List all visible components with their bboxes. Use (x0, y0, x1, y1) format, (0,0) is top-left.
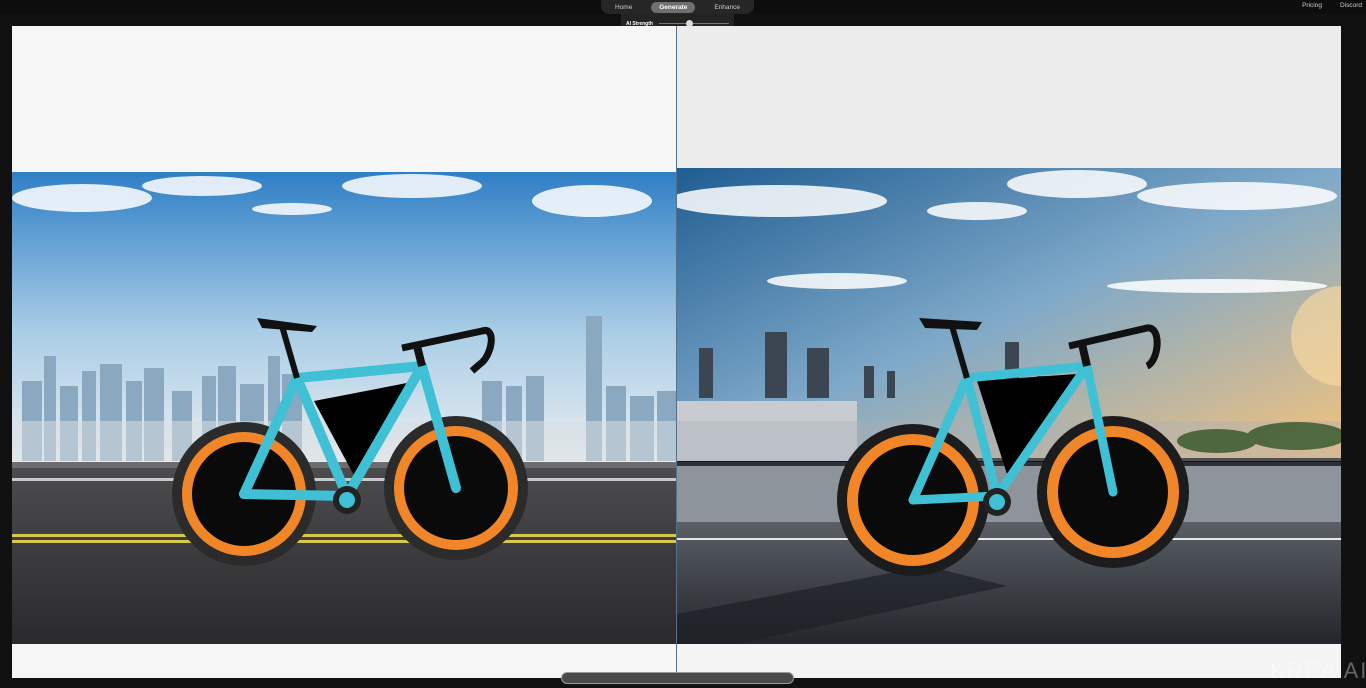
comparison-canvas (12, 26, 1341, 678)
ai-strength-slider[interactable] (658, 20, 729, 27)
bottom-toolbar-handle[interactable] (561, 672, 794, 684)
krea-watermark: KREA AI (1270, 656, 1366, 688)
top-right-links: Pricing Discord (1302, 0, 1362, 11)
discord-link[interactable]: Discord (1340, 2, 1362, 9)
nav-home[interactable]: Home (607, 2, 640, 13)
generated-image (677, 26, 1341, 678)
mode-switcher: Home Generate Enhance (601, 0, 754, 14)
krea-watermark-logo: KREA AI (1270, 658, 1366, 683)
input-image (12, 26, 676, 678)
svg-text:KREA AI: KREA AI (1270, 658, 1366, 682)
right-edge-strip (1341, 14, 1366, 678)
pricing-link[interactable]: Pricing (1302, 2, 1322, 9)
nav-enhance[interactable]: Enhance (706, 2, 748, 13)
nav-generate[interactable]: Generate (651, 1, 696, 13)
